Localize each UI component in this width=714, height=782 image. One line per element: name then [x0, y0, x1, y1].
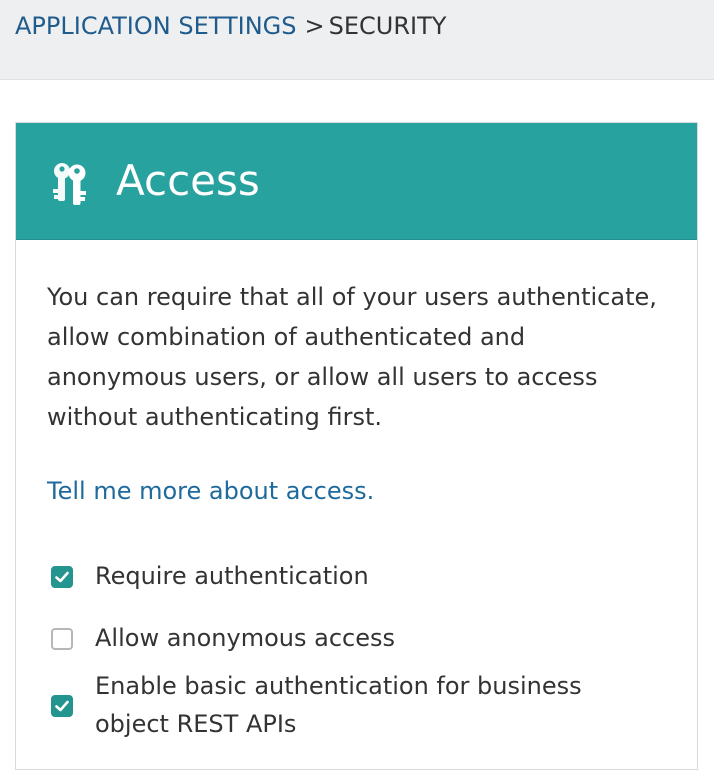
require-authentication-label: Require authentication [95, 562, 369, 590]
enable-basic-authentication-checkbox[interactable] [51, 695, 73, 717]
checkmark-icon [55, 571, 69, 583]
option-enable-basic-authentication[interactable]: Enable basic authentication for business… [51, 672, 651, 753]
require-authentication-checkbox[interactable] [51, 566, 73, 588]
allow-anonymous-access-checkbox[interactable] [51, 628, 73, 650]
option-require-authentication[interactable]: Require authentication [51, 562, 651, 603]
breadcrumb-link-application-settings[interactable]: APPLICATION SETTINGS [15, 12, 297, 40]
breadcrumb-separator: > [304, 12, 325, 40]
keys-icon [53, 163, 86, 205]
allow-anonymous-access-label: Allow anonymous access [95, 624, 395, 652]
breadcrumb-current-security: SECURITY [328, 12, 447, 40]
checkmark-icon [55, 700, 69, 712]
enable-basic-authentication-label: Enable basic authentication for business… [95, 672, 582, 738]
access-description: You can require that all of your users a… [47, 283, 657, 431]
panel-title: Access [116, 156, 260, 205]
breadcrumb: APPLICATION SETTINGS > SECURITY [15, 10, 446, 42]
option-allow-anonymous-access[interactable]: Allow anonymous access [51, 624, 651, 665]
tell-me-more-link[interactable]: Tell me more about access. [47, 471, 374, 511]
panel-header: Access [16, 123, 697, 240]
breadcrumb-bar: APPLICATION SETTINGS > SECURITY [0, 0, 714, 80]
access-panel: Access You can require that all of your … [15, 122, 698, 770]
